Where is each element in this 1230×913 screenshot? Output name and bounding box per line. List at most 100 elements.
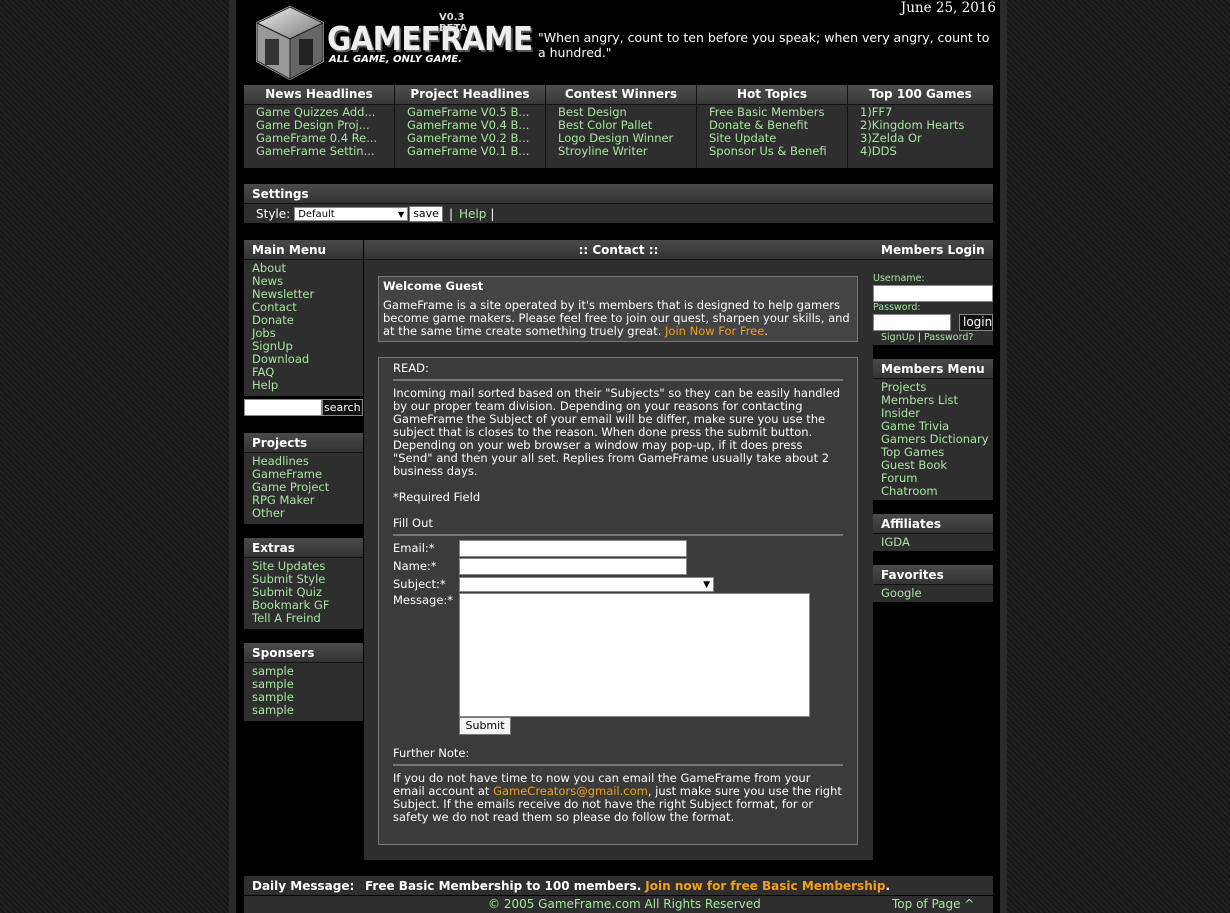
contact-panel: :: Contact :: Welcome Guest GameFrame is… [364, 240, 873, 860]
search-input[interactable] [244, 399, 322, 416]
join-basic-link[interactable]: Join now for free Basic Membership [645, 879, 885, 893]
message-label: Message:* [393, 593, 454, 607]
read-label: READ: [393, 361, 429, 375]
read-text: Incoming mail sorted based on their "Sub… [393, 386, 841, 478]
nav-link[interactable]: 2)Kingdom Hearts [860, 119, 993, 132]
nav-link[interactable]: Donate & Benefit [709, 119, 847, 132]
members-login-box: Members Login Username: Password: login … [873, 240, 993, 345]
projects-box: Projects Headlines GameFrame Game Projec… [244, 433, 363, 524]
daily-message-text: Free Basic Membership to 100 members. [365, 878, 642, 893]
nav-link[interactable]: GameFrame 0.4 Re... [256, 132, 394, 145]
welcome-title: Welcome Guest [383, 279, 484, 293]
main-menu-title: Main Menu [244, 240, 363, 260]
search-row: search [244, 399, 363, 417]
logo-tagline: ALL GAME, ONLY GAME. [329, 54, 462, 65]
name-field[interactable] [459, 558, 687, 575]
subject-select[interactable]: ▼ [459, 577, 714, 592]
signup-link[interactable]: SignUp [881, 332, 915, 343]
message-textarea[interactable] [459, 593, 810, 717]
join-now-link[interactable]: Join Now For Free [665, 324, 764, 338]
nav-link[interactable]: GameFrame Settin... [256, 145, 394, 158]
search-button[interactable]: search [322, 399, 363, 416]
page-container: GAMEFRAME V0.3 BETA ALL GAME, ONLY GAME.… [229, 0, 1007, 913]
nav-link[interactable]: GameFrame V0.4 B... [407, 119, 545, 132]
nav-link[interactable]: 4)DDS [860, 145, 993, 158]
username-label: Username: [873, 273, 925, 284]
name-label: Name:* [393, 559, 437, 573]
favorites-title: Favorites [873, 565, 993, 585]
password-field[interactable] [873, 314, 951, 331]
sponsers-box: Sponsers sample sample sample sample [244, 643, 363, 721]
nav-link[interactable]: Sponsor Us & Benefi [709, 145, 847, 158]
divider [393, 534, 843, 536]
menu-item-help[interactable]: Help [252, 379, 363, 392]
username-field[interactable] [873, 285, 993, 302]
nav-link[interactable]: Free Basic Members [709, 106, 847, 119]
extras-item[interactable]: Tell A Freind [252, 612, 363, 625]
further-note-text: If you do not have time to now you can e… [393, 772, 843, 824]
column-title: Hot Topics [697, 85, 847, 105]
nav-link[interactable]: GameFrame V0.2 B... [407, 132, 545, 145]
login-button[interactable]: login [959, 314, 993, 331]
nav-link[interactable]: Best Color Pallet [558, 119, 696, 132]
affiliates-title: Affiliates [873, 514, 993, 534]
left-sidebar: Main Menu About News Newsletter Contact … [244, 240, 363, 735]
contact-form: Email:* Name:* Subject:* ▼ Message:* Sub… [393, 540, 843, 735]
hot-topics-column: Hot Topics Free Basic Members Donate & B… [697, 85, 848, 168]
projects-item[interactable]: Other [252, 507, 363, 520]
nav-link[interactable]: Game Design Proj... [256, 119, 394, 132]
style-select-value: Default [298, 208, 335, 220]
members-login-title: Members Login [873, 240, 993, 260]
nav-link[interactable]: Game Quizzes Add... [256, 106, 394, 119]
password-recovery-link[interactable]: Password? [924, 332, 973, 343]
chevron-down-icon: ▼ [703, 580, 710, 590]
contact-form-box: READ: Incoming mail sorted based on thei… [378, 357, 858, 845]
column-title: Top 100 Games [848, 85, 993, 105]
favorite-item[interactable]: Google [881, 587, 993, 600]
logo-version: V0.3 BETA [439, 12, 468, 34]
affiliate-item[interactable]: IGDA [881, 536, 993, 549]
style-label: Style: [256, 206, 291, 221]
divider [393, 764, 843, 766]
contact-email-link[interactable]: GameCreators@gmail.com [493, 784, 648, 798]
project-headlines-column: Project Headlines GameFrame V0.5 B... Ga… [395, 85, 546, 168]
login-form: Username: Password: login SignUp | Passw… [873, 260, 993, 345]
divider [393, 379, 843, 381]
gameframe-logo[interactable]: GAMEFRAME V0.3 BETA ALL GAME, ONLY GAME. [253, 3, 533, 81]
cube-logo-icon [255, 5, 325, 81]
nav-link[interactable]: 1)FF7 [860, 106, 993, 119]
login-links: SignUp | Password? [881, 332, 973, 343]
date-text: June 25, 2016 [900, 0, 996, 16]
nav-link[interactable]: GameFrame V0.5 B... [407, 106, 545, 119]
nav-link[interactable]: Best Design [558, 106, 696, 119]
top-100-games-column: Top 100 Games 1)FF7 2)Kingdom Hearts 3)Z… [848, 85, 993, 168]
separator: | [448, 206, 453, 221]
headline-nav: News Headlines Game Quizzes Add... Game … [244, 85, 993, 168]
members-menu-item[interactable]: Chatroom [881, 485, 993, 498]
save-button[interactable]: save [409, 205, 443, 222]
nav-link[interactable]: Site Update [709, 132, 847, 145]
top-of-page-link[interactable]: Top of Page ^ [892, 897, 974, 911]
help-link[interactable]: Help [459, 207, 486, 221]
chevron-down-icon: ▼ [398, 209, 405, 219]
submit-button[interactable]: Submit [459, 717, 511, 735]
nav-link[interactable]: 3)Zelda Or [860, 132, 993, 145]
password-label: Password: [873, 302, 921, 313]
required-note: *Required Field [393, 490, 481, 504]
daily-message-bar: Daily Message: Free Basic Membership to … [244, 876, 993, 895]
nav-link[interactable]: GameFrame V0.1 B... [407, 145, 545, 158]
settings-panel: Settings Style: Default ▼ save | Help | [244, 184, 993, 223]
separator: | [917, 332, 921, 343]
further-note-label: Further Note: [393, 746, 470, 760]
nav-link[interactable]: Stroyline Writer [558, 145, 696, 158]
main-menu-box: Main Menu About News Newsletter Contact … [244, 240, 363, 396]
right-sidebar: Members Login Username: Password: login … [873, 240, 993, 616]
nav-link[interactable]: Logo Design Winner [558, 132, 696, 145]
logo-title: GAMEFRAME [327, 19, 533, 58]
projects-title: Projects [244, 433, 363, 453]
email-field[interactable] [459, 540, 687, 557]
style-select[interactable]: Default ▼ [294, 206, 409, 221]
extras-box: Extras Site Updates Submit Style Submit … [244, 538, 363, 629]
contact-title: :: Contact :: [364, 240, 873, 260]
sponser-item[interactable]: sample [252, 704, 363, 717]
